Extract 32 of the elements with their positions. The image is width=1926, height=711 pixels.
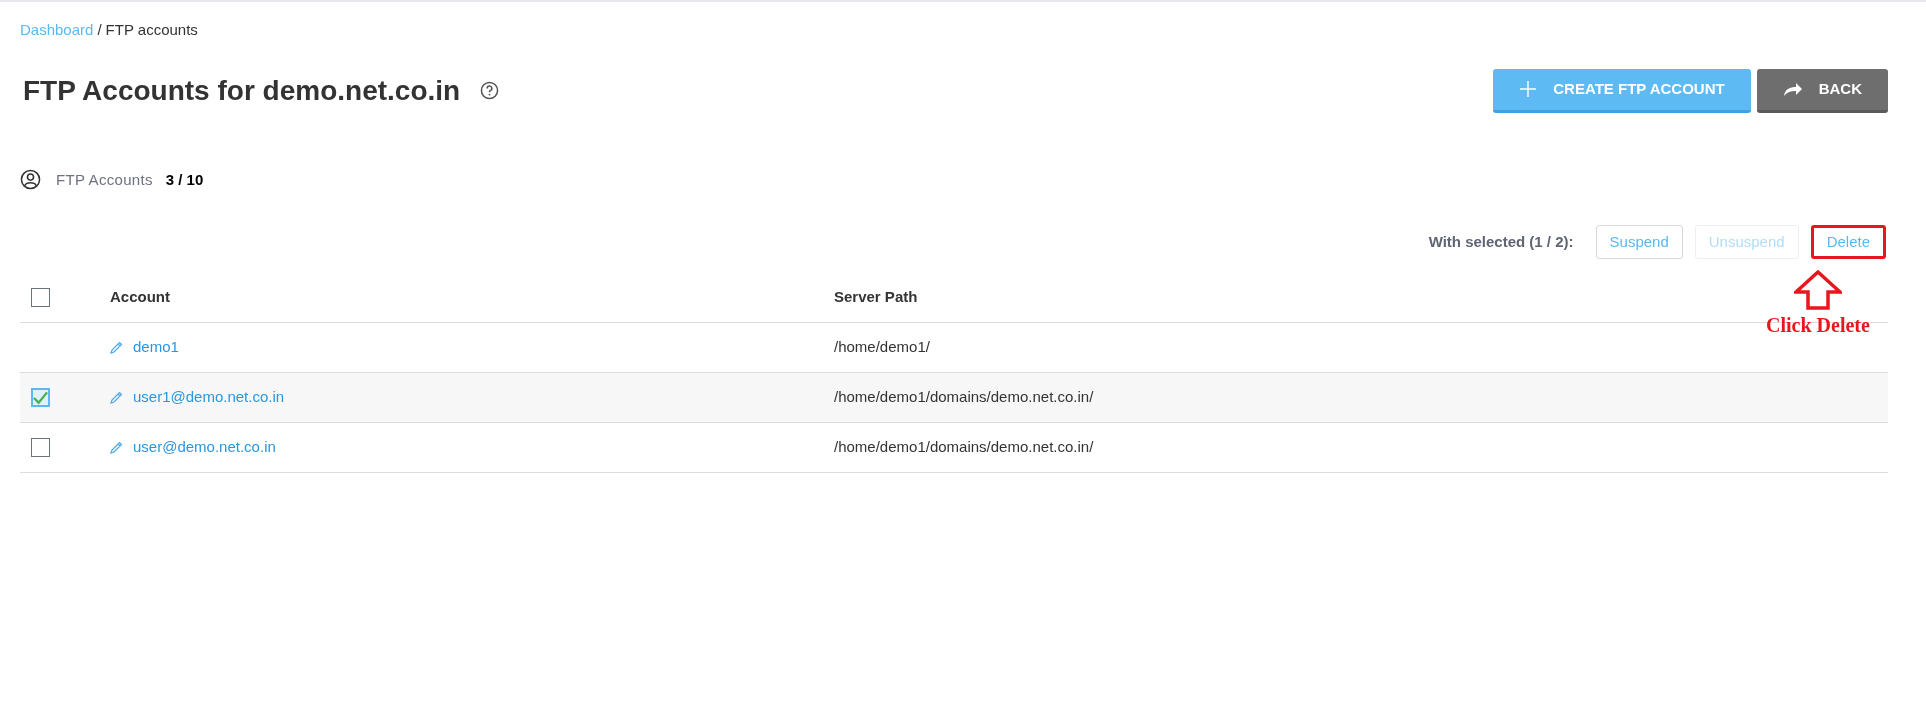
share-arrow-icon	[1782, 81, 1803, 97]
check-icon	[33, 390, 48, 405]
user-circle-icon	[20, 169, 41, 191]
breadcrumb-current: FTP accounts	[105, 20, 198, 40]
up-arrow-icon	[1793, 270, 1842, 310]
pencil-icon	[110, 391, 123, 404]
pencil-icon	[110, 441, 123, 454]
server-path-cell-text: /home/demo1/	[834, 337, 930, 358]
column-header: Account	[110, 287, 171, 308]
checkbox[interactable]	[31, 288, 50, 307]
breadcrumb-separator: /	[97, 20, 102, 40]
account-link[interactable]: user@demo.net.co.in	[133, 436, 276, 459]
back-button[interactable]: BACK	[1756, 68, 1888, 113]
stats-value: 3 / 10	[165, 169, 204, 190]
help-icon[interactable]	[480, 81, 500, 100]
bulk-action-button[interactable]: Delete	[1810, 225, 1886, 259]
account-link[interactable]: user1@demo.net.co.in	[133, 386, 285, 409]
breadcrumb-link[interactable]: Dashboard	[20, 19, 94, 42]
annotation-text: Click Delete	[1766, 313, 1870, 338]
plus-icon	[1519, 80, 1538, 98]
create-account-button[interactable]: CREATE FTP ACCOUNT	[1493, 68, 1751, 113]
account-link[interactable]: demo1	[133, 336, 179, 359]
server-path-cell-text: /home/demo1/domains/demo.net.co.in/	[834, 387, 1094, 408]
page-title: FTP Accounts for demo.net.co.in	[23, 73, 461, 108]
bulk-action-button[interactable]: Suspend	[1595, 225, 1683, 259]
stats-label: FTP Accounts	[56, 169, 153, 190]
checkbox[interactable]	[31, 438, 50, 457]
checkbox[interactable]	[31, 388, 50, 407]
column-header: Server Path	[834, 287, 918, 308]
server-path-cell-text: /home/demo1/domains/demo.net.co.in/	[834, 437, 1094, 458]
bulk-actions-label: With selected (1 / 2):	[1428, 231, 1574, 252]
pencil-icon	[110, 341, 123, 354]
